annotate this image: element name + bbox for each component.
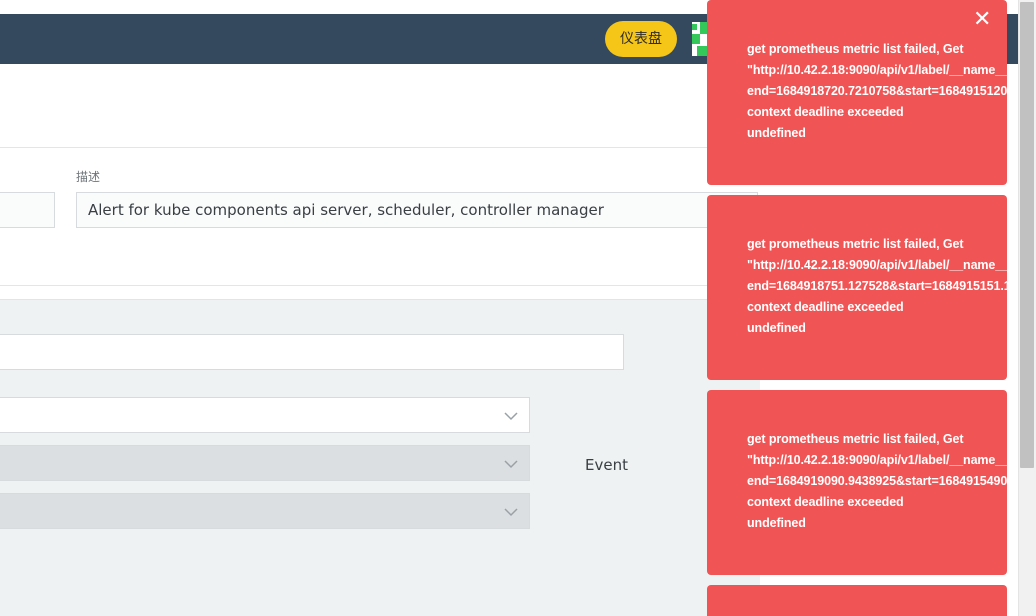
toast-line: get prometheus metric list failed, Get <box>747 237 964 251</box>
avatar[interactable] <box>692 22 708 56</box>
error-toast <box>707 585 1007 616</box>
error-toast: get prometheus metric list failed, Get "… <box>707 195 1007 380</box>
resource-select[interactable] <box>0 445 530 481</box>
description-input[interactable]: Alert for kube components api server, sc… <box>76 192 758 228</box>
toast-line: end=1684918720.7210758&start=1684915120.… <box>747 84 1007 98</box>
chevron-down-icon <box>504 412 518 421</box>
description-label: 描述 <box>76 170 101 184</box>
error-toast: get prometheus metric list failed, Get "… <box>707 390 1007 575</box>
toast-line: undefined <box>747 516 806 530</box>
page-scrollbar[interactable] <box>1018 0 1036 616</box>
toast-message: get prometheus metric list failed, Get "… <box>747 429 1007 534</box>
toast-line: end=1684919090.9438925&start=1684915490.… <box>747 474 1007 488</box>
close-icon[interactable]: ✕ <box>973 9 991 31</box>
section-divider <box>0 147 760 148</box>
toast-line: end=1684918751.127528&start=1684915151.1… <box>747 279 1007 293</box>
expression-input[interactable] <box>0 334 624 370</box>
event-label: Event <box>585 456 628 474</box>
error-toast: ✕ get prometheus metric list failed, Get… <box>707 0 1007 185</box>
toast-line: undefined <box>747 321 806 335</box>
toast-line: context deadline exceeded <box>747 105 904 119</box>
toast-line: get prometheus metric list failed, Get <box>747 432 964 446</box>
toast-message: get prometheus metric list failed, Get "… <box>747 234 1007 339</box>
name-input[interactable] <box>0 192 55 228</box>
toast-line: "http://10.42.2.18:9090/api/v1/label/__n… <box>747 258 1007 272</box>
dashboard-button[interactable]: 仪表盘 <box>605 21 677 57</box>
avatar-pixel <box>692 34 700 44</box>
toast-line: "http://10.42.2.18:9090/api/v1/label/__n… <box>747 453 1007 467</box>
toast-line: "http://10.42.2.18:9090/api/v1/label/__n… <box>747 63 1007 77</box>
toast-line: context deadline exceeded <box>747 300 904 314</box>
section-divider <box>0 285 760 286</box>
toast-message: get prometheus metric list failed, Get "… <box>747 39 1007 144</box>
toast-line: undefined <box>747 126 806 140</box>
avatar-pixel <box>692 24 697 30</box>
toast-line: get prometheus metric list failed, Get <box>747 42 964 56</box>
type-select[interactable] <box>0 397 530 433</box>
chevron-down-icon <box>504 508 518 517</box>
toast-line: context deadline exceeded <box>747 495 904 509</box>
metric-select[interactable] <box>0 493 530 529</box>
chevron-down-icon <box>504 460 518 469</box>
scrollbar-thumb[interactable] <box>1020 2 1034 468</box>
